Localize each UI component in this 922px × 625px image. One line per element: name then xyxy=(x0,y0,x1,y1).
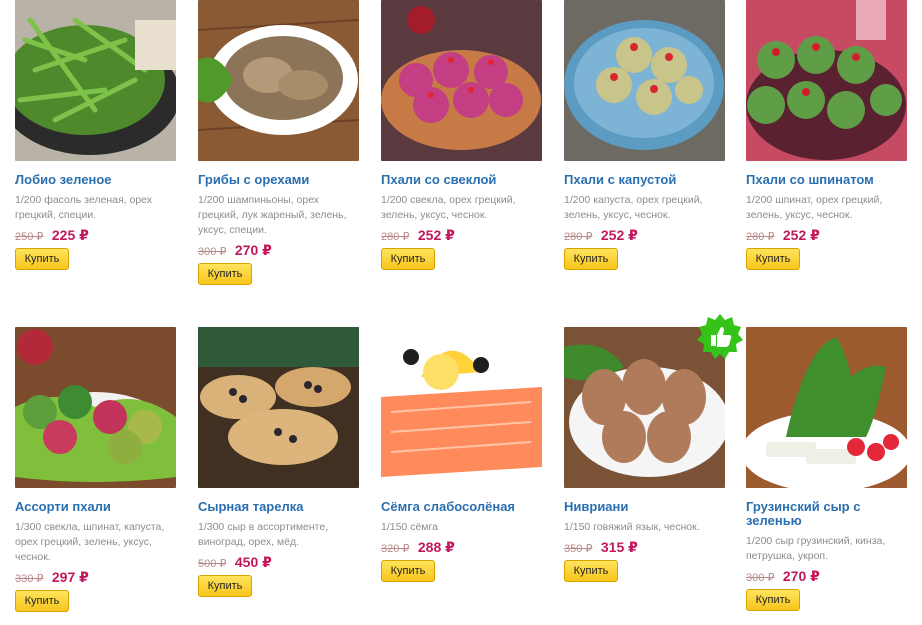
product-title[interactable]: Нивриани xyxy=(564,500,725,514)
product-title[interactable]: Лобио зеленое xyxy=(15,173,176,187)
product-card: Грибы с орехами 1/200 шампиньоны, орех г… xyxy=(198,0,359,285)
product-description: 1/300 сыр в ассортименте, виноград, орех… xyxy=(198,521,329,548)
buy-button[interactable]: Купить xyxy=(564,248,618,270)
current-price: 225 ₽ xyxy=(51,227,89,243)
old-price: 350 ₽ xyxy=(564,543,593,555)
buy-button[interactable]: Купить xyxy=(564,560,618,582)
current-price: 288 ₽ xyxy=(417,539,455,555)
current-price: 270 ₽ xyxy=(234,242,272,258)
product-description: 1/200 шпинат, орех грецкий, зелень, уксу… xyxy=(746,194,883,221)
product-image[interactable] xyxy=(381,327,542,488)
product-description: 1/200 сыр грузинский, кинза, петрушка, у… xyxy=(746,535,886,562)
buy-button[interactable]: Купить xyxy=(198,575,252,597)
price-row: 280 ₽ 252 ₽ xyxy=(564,226,725,244)
product-card: Пхали со шпинатом 1/200 шпинат, орех гре… xyxy=(746,0,907,270)
thumbs-up-icon xyxy=(697,314,743,359)
product-title[interactable]: Ассорти пхали xyxy=(15,500,176,514)
product-title[interactable]: Сырная тарелка xyxy=(198,500,359,514)
product-title[interactable]: Пхали со свеклой xyxy=(381,173,542,187)
buy-button[interactable]: Купить xyxy=(15,590,69,612)
product-image[interactable] xyxy=(564,0,725,161)
old-price: 280 ₽ xyxy=(746,231,775,243)
old-price: 280 ₽ xyxy=(381,231,410,243)
price-row: 280 ₽ 252 ₽ xyxy=(381,226,542,244)
buy-button[interactable]: Купить xyxy=(15,248,69,270)
current-price: 252 ₽ xyxy=(782,227,820,243)
product-card: Ассорти пхали 1/300 свекла, шпинат, капу… xyxy=(15,327,176,612)
product-card: Лобио зеленое 1/200 фасоль зеленая, орех… xyxy=(15,0,176,270)
price-row: 300 ₽ 270 ₽ xyxy=(746,567,907,585)
price-row: 250 ₽ 225 ₽ xyxy=(15,226,176,244)
product-card: Грузинский сыр с зеленью 1/200 сыр грузи… xyxy=(746,327,907,611)
price-row: 300 ₽ 270 ₽ xyxy=(198,241,359,259)
buy-button[interactable]: Купить xyxy=(746,589,800,611)
product-card: Нивриани 1/150 говяжий язык, чеснок. 350… xyxy=(564,327,725,582)
product-title[interactable]: Пхали с капустой xyxy=(564,173,725,187)
product-image[interactable] xyxy=(198,0,359,161)
buy-button[interactable]: Купить xyxy=(381,560,435,582)
product-description: 1/300 свекла, шпинат, капуста, орех грец… xyxy=(15,521,165,563)
old-price: 330 ₽ xyxy=(15,573,44,585)
buy-button[interactable]: Купить xyxy=(198,263,252,285)
current-price: 315 ₽ xyxy=(600,539,638,555)
price-row: 320 ₽ 288 ₽ xyxy=(381,538,542,556)
buy-button[interactable]: Купить xyxy=(381,248,435,270)
product-image[interactable] xyxy=(15,0,176,161)
product-title[interactable]: Сёмга слабосолёная xyxy=(381,500,542,514)
product-title[interactable]: Грузинский сыр с зеленью xyxy=(746,500,907,528)
product-image[interactable] xyxy=(746,0,907,161)
old-price: 280 ₽ xyxy=(564,231,593,243)
product-image[interactable] xyxy=(15,327,176,488)
price-row: 350 ₽ 315 ₽ xyxy=(564,538,725,556)
product-image[interactable] xyxy=(381,0,542,161)
product-description: 1/200 свекла, орех грецкий, зелень, уксу… xyxy=(381,194,516,221)
product-card: Сёмга слабосолёная 1/150 сёмга 320 ₽ 288… xyxy=(381,327,542,582)
buy-button[interactable]: Купить xyxy=(746,248,800,270)
price-row: 500 ₽ 450 ₽ xyxy=(198,553,359,571)
current-price: 297 ₽ xyxy=(51,569,89,585)
old-price: 320 ₽ xyxy=(381,543,410,555)
old-price: 250 ₽ xyxy=(15,231,44,243)
product-description: 1/200 капуста, орех грецкий, зелень, укс… xyxy=(564,194,703,221)
product-card: Пхали с капустой 1/200 капуста, орех гре… xyxy=(564,0,725,270)
current-price: 450 ₽ xyxy=(234,554,272,570)
product-description: 1/150 сёмга xyxy=(381,521,438,533)
product-image[interactable] xyxy=(198,327,359,488)
product-description: 1/200 шампиньоны, орех грецкий, лук жаре… xyxy=(198,194,347,236)
old-price: 500 ₽ xyxy=(198,558,227,570)
product-card: Сырная тарелка 1/300 сыр в ассортименте,… xyxy=(198,327,359,597)
old-price: 300 ₽ xyxy=(746,572,775,584)
product-description: 1/150 говяжий язык, чеснок. xyxy=(564,521,700,533)
product-title[interactable]: Пхали со шпинатом xyxy=(746,173,907,187)
price-row: 330 ₽ 297 ₽ xyxy=(15,568,176,586)
current-price: 252 ₽ xyxy=(417,227,455,243)
current-price: 252 ₽ xyxy=(600,227,638,243)
product-card: Пхали со свеклой 1/200 свекла, орех грец… xyxy=(381,0,542,270)
product-title[interactable]: Грибы с орехами xyxy=(198,173,359,187)
current-price: 270 ₽ xyxy=(782,568,820,584)
old-price: 300 ₽ xyxy=(198,246,227,258)
product-image[interactable] xyxy=(746,327,907,488)
product-description: 1/200 фасоль зеленая, орех грецкий, спец… xyxy=(15,194,153,221)
price-row: 280 ₽ 252 ₽ xyxy=(746,226,907,244)
